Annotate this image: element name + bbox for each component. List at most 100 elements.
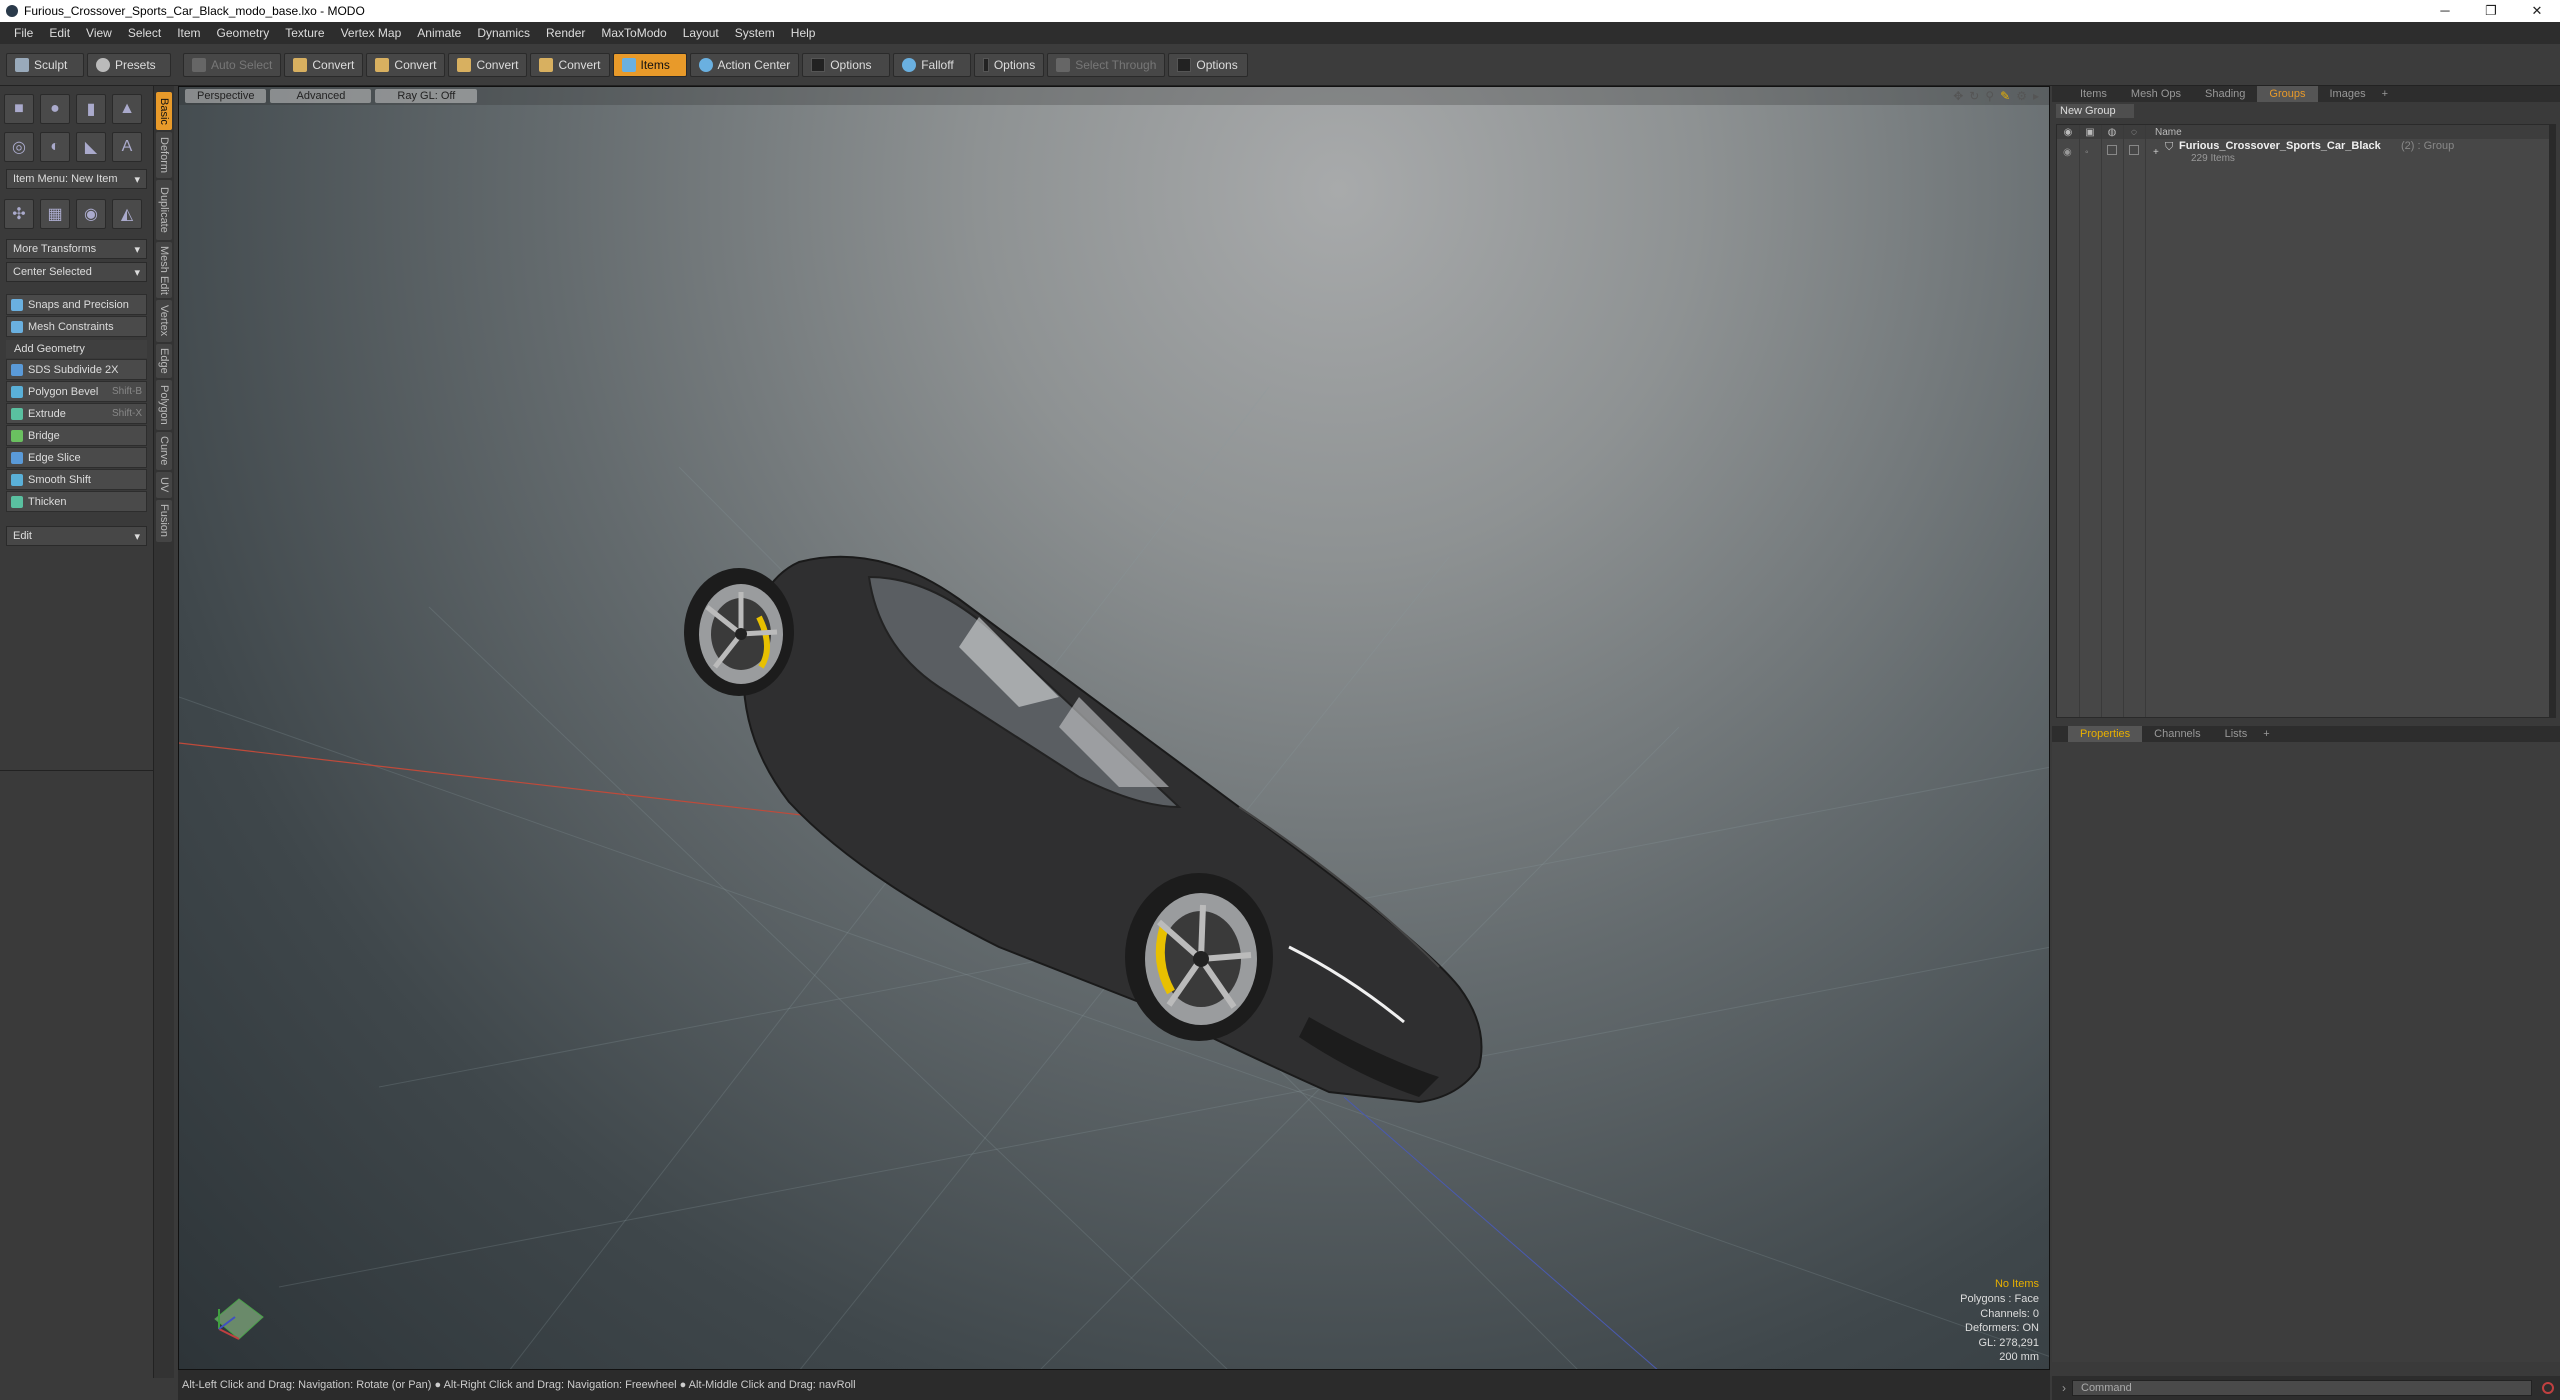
tab-channels[interactable]: Channels <box>2142 726 2212 742</box>
select-through-options-checkbox[interactable] <box>1177 57 1192 72</box>
falloff-options[interactable]: Options <box>974 52 1045 77</box>
menu-render[interactable]: Render <box>538 26 593 40</box>
add-prop-tab-button[interactable]: + <box>2259 726 2273 742</box>
cube-primitive-icon[interactable]: ■ <box>4 94 34 124</box>
convert-edges-button[interactable]: Convert <box>366 52 446 77</box>
menu-vertex-map[interactable]: Vertex Map <box>333 26 410 40</box>
edge-icon <box>375 57 390 72</box>
tool-bridge[interactable]: Bridge <box>6 425 147 446</box>
pyramid-icon[interactable]: ◭ <box>112 199 142 229</box>
lock-column-icon[interactable]: ◍ <box>2101 127 2123 138</box>
add-geometry-header[interactable]: Add Geometry <box>6 340 147 358</box>
capsule-primitive-icon[interactable]: ◐ <box>40 132 70 162</box>
tool-sds-subdivide[interactable]: SDS Subdivide 2X <box>6 359 147 380</box>
tab-lists[interactable]: Lists <box>2213 726 2260 742</box>
visibility-column-icon[interactable]: ◉ <box>2057 127 2079 138</box>
transform-icon[interactable]: ✣ <box>4 199 34 229</box>
tool-edge-slice[interactable]: Edge Slice <box>6 447 147 468</box>
center-selected-dropdown[interactable]: Center Selected ▾ <box>6 262 147 282</box>
stop-icon[interactable] <box>2542 1382 2554 1394</box>
action-center-options[interactable]: Options <box>802 52 891 77</box>
render-column-icon[interactable]: ▣ <box>2079 127 2101 138</box>
falloff-button[interactable]: Falloff <box>893 52 972 77</box>
menu-layout[interactable]: Layout <box>675 26 727 40</box>
edit-dropdown[interactable]: Edit ▾ <box>6 526 147 546</box>
menu-bar: File Edit View Select Item Geometry Text… <box>0 22 2560 44</box>
tab-items[interactable]: Items <box>2068 86 2119 102</box>
eye-icon[interactable]: ◉ <box>2063 147 2072 158</box>
convert-polygons-button[interactable]: Convert <box>448 52 528 77</box>
falloff-options-checkbox[interactable] <box>983 57 989 72</box>
expand-toggle-icon[interactable]: + <box>2153 147 2159 158</box>
options-checkbox[interactable] <box>811 57 826 72</box>
new-group-button[interactable]: New Group <box>2056 104 2134 118</box>
tool-smooth-shift[interactable]: Smooth Shift <box>6 469 147 490</box>
mesh-constraints-button[interactable]: Mesh Constraints <box>6 316 147 337</box>
tool-extrude[interactable]: Extrude Shift-X <box>6 403 147 424</box>
maximize-button[interactable]: ❐ <box>2468 0 2514 22</box>
item-menu-dropdown[interactable]: Item Menu: New Item ▾ <box>6 169 147 189</box>
snaps-precision-button[interactable]: Snaps and Precision <box>6 294 147 315</box>
command-arrow-icon: › <box>2062 1381 2066 1395</box>
select-through-button[interactable]: Select Through <box>1047 52 1166 77</box>
menu-item[interactable]: Item <box>169 26 208 40</box>
menu-select[interactable]: Select <box>120 26 169 40</box>
tab-shading[interactable]: Shading <box>2193 86 2257 102</box>
3d-viewport[interactable]: Perspective Advanced Ray GL: Off ✥ ↻ ⚲ ✎… <box>178 86 2050 1370</box>
render-toggle-icon[interactable]: ◦ <box>2085 147 2089 158</box>
menu-view[interactable]: View <box>78 26 120 40</box>
menu-help[interactable]: Help <box>783 26 824 40</box>
vtab-polygon[interactable]: Polygon <box>156 380 172 430</box>
convert-materials-button[interactable]: Convert <box>530 52 610 77</box>
menu-dynamics[interactable]: Dynamics <box>469 26 538 40</box>
action-center-button[interactable]: Action Center <box>689 52 800 77</box>
tab-mesh-ops[interactable]: Mesh Ops <box>2119 86 2193 102</box>
vtab-mesh-edit[interactable]: Mesh Edit <box>156 242 172 298</box>
torus-primitive-icon[interactable]: ◎ <box>4 132 34 162</box>
name-column-header[interactable]: Name <box>2155 127 2182 138</box>
tool-thicken[interactable]: Thicken <box>6 491 147 512</box>
close-button[interactable]: ✕ <box>2514 0 2560 22</box>
add-tab-button[interactable]: + <box>2378 86 2392 102</box>
menu-file[interactable]: File <box>6 26 41 40</box>
vtab-curve[interactable]: Curve <box>156 432 172 470</box>
menu-geometry[interactable]: Geometry <box>209 26 278 40</box>
grid-icon[interactable]: ▦ <box>40 199 70 229</box>
vtab-basic[interactable]: Basic <box>156 92 172 130</box>
tab-groups[interactable]: Groups <box>2257 86 2318 102</box>
presets-button[interactable]: Presets <box>87 52 171 77</box>
convert-vertices-button[interactable]: Convert <box>284 52 364 77</box>
vtab-edge[interactable]: Edge <box>156 344 172 378</box>
menu-maxtomodo[interactable]: MaxToModo <box>593 26 674 40</box>
tab-images[interactable]: Images <box>2318 86 2378 102</box>
vtab-uv[interactable]: UV <box>156 472 172 498</box>
text-primitive-icon[interactable]: A <box>112 132 142 162</box>
lock-toggle-icon[interactable] <box>2107 145 2117 155</box>
sphere-primitive-icon[interactable]: ● <box>40 94 70 124</box>
vtab-deform[interactable]: Deform <box>156 132 172 178</box>
cone-primitive-icon[interactable]: ▲ <box>112 94 142 124</box>
globe-icon[interactable]: ◉ <box>76 199 106 229</box>
wedge-primitive-icon[interactable]: ◣ <box>76 132 106 162</box>
command-input[interactable]: Command <box>2072 1380 2532 1396</box>
sculpt-button[interactable]: Sculpt <box>6 52 84 77</box>
tree-scrollbar[interactable] <box>2550 124 2556 718</box>
tool-polygon-bevel[interactable]: Polygon Bevel Shift-B <box>6 381 147 402</box>
menu-texture[interactable]: Texture <box>277 26 332 40</box>
menu-system[interactable]: System <box>727 26 783 40</box>
tree-row-group[interactable]: ◉ ◦ + ⛉ Furious_Crossover_Sports_Car_Bla… <box>2057 139 2549 167</box>
menu-animate[interactable]: Animate <box>409 26 469 40</box>
cylinder-primitive-icon[interactable]: ▮ <box>76 94 106 124</box>
minimize-button[interactable]: ─ <box>2422 0 2468 22</box>
select-through-options[interactable]: Options <box>1168 52 1249 77</box>
menu-edit[interactable]: Edit <box>41 26 78 40</box>
tab-properties[interactable]: Properties <box>2068 726 2143 742</box>
select-toggle-icon[interactable] <box>2129 145 2139 155</box>
items-mode-button[interactable]: Items <box>612 52 687 77</box>
auto-select-button[interactable]: Auto Select <box>183 52 282 77</box>
vtab-fusion[interactable]: Fusion <box>156 500 172 542</box>
vtab-duplicate[interactable]: Duplicate <box>156 180 172 240</box>
vtab-vertex[interactable]: Vertex <box>156 300 172 342</box>
select-column-icon[interactable]: ◌ <box>2123 127 2145 138</box>
more-transforms-dropdown[interactable]: More Transforms ▾ <box>6 239 147 259</box>
